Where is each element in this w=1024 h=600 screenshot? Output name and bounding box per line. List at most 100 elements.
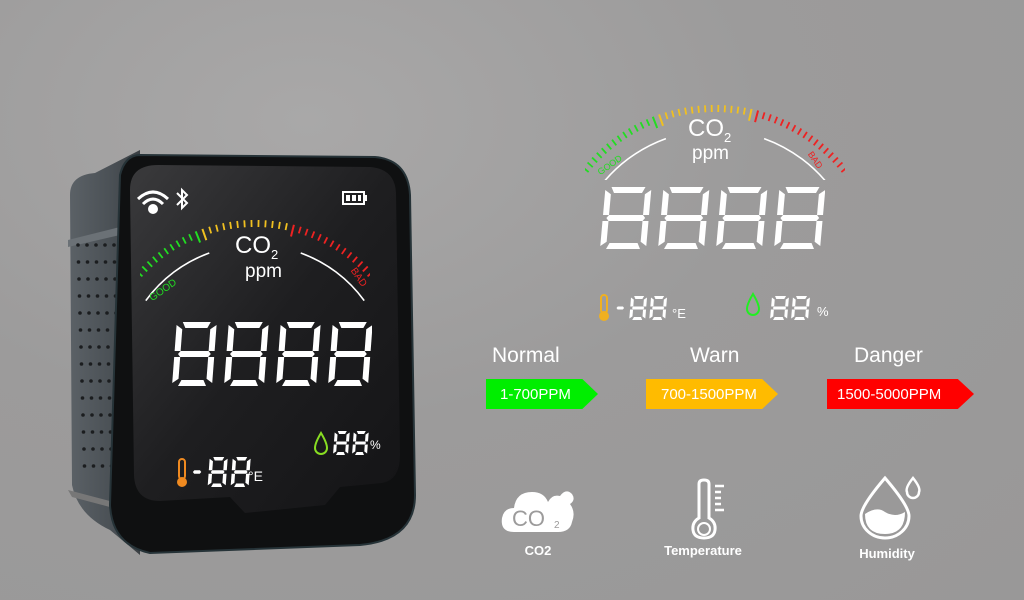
- segment: [654, 296, 665, 299]
- segment: [208, 458, 213, 471]
- segment: [282, 351, 315, 357]
- segment: [338, 322, 367, 328]
- segment: [785, 187, 820, 193]
- segment: [642, 309, 647, 319]
- gauge-tick: [310, 231, 316, 239]
- segment: [649, 309, 654, 319]
- co2-monitor-device: CO2 ppm GOOD BAD 8888 °E %: [30, 135, 430, 575]
- panel-temp-unit: °E: [672, 306, 686, 321]
- grille-hole: [95, 294, 100, 298]
- gauge-tick: [807, 135, 814, 143]
- gauge-tick: [169, 243, 175, 251]
- grille-hole: [106, 345, 110, 349]
- segment: [629, 309, 634, 319]
- grille-hole: [106, 362, 111, 366]
- grille-hole: [90, 430, 95, 434]
- gauge-tick: [304, 228, 309, 236]
- gauge-tick: [606, 143, 612, 150]
- gauge-tick: [779, 118, 785, 127]
- gauge-tick: [290, 224, 295, 237]
- gauge-tick: [818, 143, 824, 150]
- gauge-tick: [690, 106, 694, 114]
- gauge-tick: [362, 265, 369, 273]
- grille-hole: [77, 277, 81, 281]
- grille-hole: [91, 464, 96, 468]
- gauge-tick: [141, 265, 148, 273]
- grille-hole: [91, 447, 95, 451]
- device-humidity-unit: %: [370, 438, 381, 452]
- grille-hole: [77, 294, 82, 298]
- grille-hole: [94, 243, 98, 247]
- grille-hole: [100, 447, 104, 451]
- segment: [658, 221, 667, 246]
- level-title-normal: Normal: [492, 344, 560, 367]
- grille-hole: [86, 294, 91, 298]
- gauge-tick: [317, 233, 322, 241]
- segment: [669, 187, 704, 193]
- gauge-tick: [284, 223, 288, 231]
- device-gauge-title: CO2: [235, 232, 279, 262]
- panel-gauge-unit: ppm: [692, 143, 729, 164]
- segment: [796, 296, 808, 299]
- segment: [777, 190, 785, 215]
- segment: [222, 473, 227, 486]
- segment: [364, 444, 368, 454]
- gauge-tick: [357, 260, 364, 268]
- panel-humidity-readout: [770, 296, 810, 320]
- segment: [362, 357, 371, 383]
- grille-hole: [90, 413, 94, 417]
- segment: [817, 190, 825, 215]
- grille-hole: [76, 260, 81, 264]
- grille-hole: [78, 311, 82, 315]
- segment: [354, 441, 367, 445]
- gauge-tick: [194, 231, 202, 243]
- level-tag-danger: 1500-5000PPM: [827, 379, 974, 409]
- gauge-tick: [215, 224, 219, 232]
- segment: [210, 470, 225, 474]
- segment: [722, 215, 762, 221]
- segment: [793, 306, 808, 310]
- battery-icon: [342, 191, 367, 205]
- gauge-tick: [664, 112, 669, 120]
- segment: [364, 325, 372, 351]
- gauge-tick: [366, 272, 370, 278]
- segment: [310, 357, 319, 383]
- segment: [631, 306, 645, 310]
- segment: [234, 483, 246, 487]
- gauge-tick: [658, 114, 664, 127]
- gauge-tick: [836, 161, 844, 168]
- segment: [337, 431, 347, 434]
- svg-text:2: 2: [554, 520, 560, 531]
- grille-hole: [107, 379, 111, 383]
- segment: [365, 432, 369, 442]
- device-temp-unit: °E: [248, 468, 263, 484]
- grille-hole: [87, 311, 91, 315]
- grille-hole: [97, 345, 101, 349]
- gauge-tick: [297, 226, 302, 234]
- co2-cloud-icon: CO 2: [501, 491, 574, 532]
- segment: [230, 473, 236, 486]
- grille-hole: [103, 243, 107, 247]
- segment: [774, 221, 783, 246]
- segment: [664, 243, 698, 249]
- level-title-warn: Warn: [690, 344, 740, 367]
- grille-hole: [94, 260, 99, 264]
- gauge-tick: [586, 161, 594, 168]
- segment: [312, 325, 321, 351]
- grille-hole: [112, 260, 117, 264]
- thermometer-icon: [691, 478, 724, 540]
- grille-hole: [85, 260, 90, 264]
- segment: [282, 380, 310, 386]
- grille-hole: [82, 464, 87, 468]
- segment: [794, 317, 805, 320]
- segment: [223, 458, 228, 471]
- panel-temperature-readout: [616, 296, 667, 320]
- gauge-tick: [152, 256, 159, 263]
- grille-hole: [98, 396, 103, 400]
- gauge-tick: [736, 106, 740, 114]
- gauge-tick: [208, 226, 213, 234]
- segment: [278, 325, 287, 351]
- segment: [785, 297, 789, 307]
- segment: [352, 444, 356, 454]
- gauge-tick: [351, 256, 358, 263]
